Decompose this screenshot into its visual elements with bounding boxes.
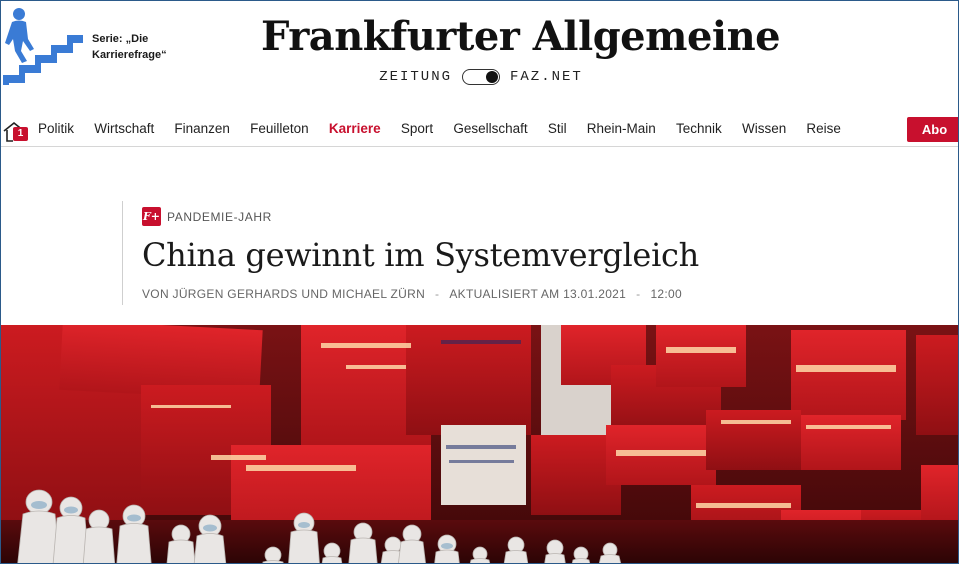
- byline-updated: AKTUALISIERT AM 13.01.2021: [449, 287, 627, 301]
- series-karrierefrage-link[interactable]: Serie: „Die Karrierefrage“: [1, 5, 201, 89]
- nav-item-stil[interactable]: Stil: [548, 121, 567, 136]
- article-header: F+ PANDEMIE-JAHR China gewinnt im System…: [122, 201, 842, 305]
- hero-photo-illustration: [1, 325, 958, 563]
- byline-authors: VON JÜRGEN GERHARDS UND MICHAEL ZÜRN: [142, 287, 426, 301]
- fplus-badge: F+: [142, 207, 161, 226]
- abo-button[interactable]: Abo: [907, 117, 958, 142]
- stair-climber-icon: [3, 8, 83, 85]
- nav-item-finanzen[interactable]: Finanzen: [174, 121, 230, 136]
- nav-item-reise[interactable]: Reise: [806, 121, 841, 136]
- edition-faznet[interactable]: FAZ.NET: [510, 69, 583, 85]
- nav-item-feuilleton[interactable]: Feuilleton: [250, 121, 309, 136]
- kicker: F+ PANDEMIE-JAHR: [142, 207, 842, 226]
- byline: VON JÜRGEN GERHARDS UND MICHAEL ZÜRN - A…: [142, 287, 842, 301]
- main-nav: 1 Politik Wirtschaft Finanzen Feuilleton Kar…: [1, 113, 958, 147]
- notification-badge: 1: [13, 127, 28, 141]
- nav-item-karriere[interactable]: Karriere: [329, 121, 381, 136]
- kicker-text[interactable]: PANDEMIE-JAHR: [167, 210, 272, 224]
- toggle-knob: [486, 71, 498, 83]
- series-label-line2: Karrierefrage“: [92, 49, 167, 61]
- hero-image: [1, 325, 958, 563]
- nav-item-gesellschaft[interactable]: Gesellschaft: [453, 121, 527, 136]
- nav-items: Politik Wirtschaft Finanzen Feuilleton Karri…: [38, 121, 861, 136]
- edition-switch: ZEITUNG FAZ.NET: [261, 69, 701, 85]
- byline-separator: -: [636, 287, 641, 301]
- byline-separator: -: [435, 287, 440, 301]
- nav-item-politik[interactable]: Politik: [38, 121, 74, 136]
- series-label-line1: Serie: „Die: [92, 33, 149, 45]
- edition-zeitung[interactable]: ZEITUNG: [379, 69, 452, 85]
- nav-item-sport[interactable]: Sport: [401, 121, 433, 136]
- nav-item-rhein-main[interactable]: Rhein-Main: [587, 121, 656, 136]
- nav-item-wissen[interactable]: Wissen: [742, 121, 786, 136]
- article-headline: China gewinnt im Systemvergleich: [142, 236, 699, 274]
- nav-item-wirtschaft[interactable]: Wirtschaft: [94, 121, 154, 136]
- edition-toggle[interactable]: [462, 69, 500, 85]
- page-frame: Serie: „Die Karrierefrage“ Frankfurter A…: [0, 0, 959, 564]
- byline-time: 12:00: [650, 287, 682, 301]
- series-label: Serie: „Die Karrierefrage“: [92, 31, 202, 63]
- masthead: Frankfurter Allgemeine ZEITUNG FAZ.NET: [261, 9, 781, 85]
- nav-item-technik[interactable]: Technik: [676, 121, 722, 136]
- faz-logo[interactable]: Frankfurter Allgemeine: [261, 9, 781, 65]
